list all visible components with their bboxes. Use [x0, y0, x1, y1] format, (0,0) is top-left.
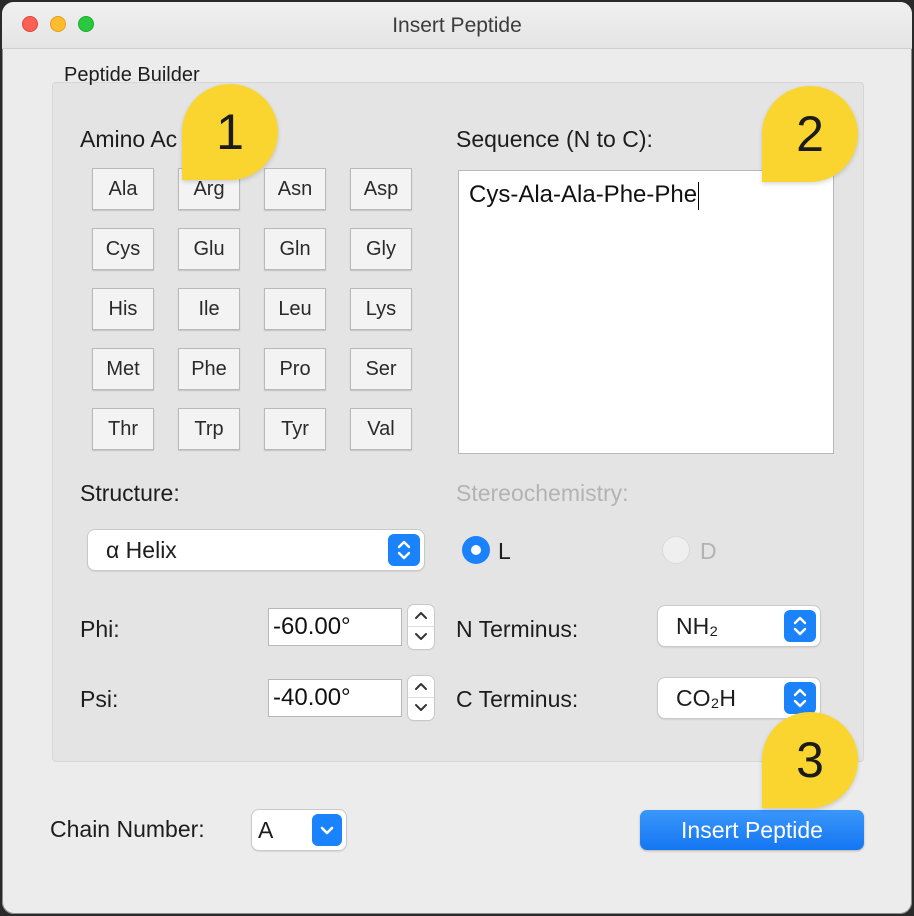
popup-arrows-icon [784, 682, 816, 714]
peptide-builder-group-label: Peptide Builder [64, 64, 200, 86]
amino-acid-button-asn[interactable]: Asn [264, 168, 326, 210]
amino-acid-button-gly[interactable]: Gly [350, 228, 412, 270]
amino-acid-button-val[interactable]: Val [350, 408, 412, 450]
structure-selected-value: α Helix [106, 537, 177, 563]
n-terminus-selected-value: NH₂ [676, 613, 719, 639]
amino-acid-button-lys[interactable]: Lys [350, 288, 412, 330]
amino-acid-button-ala[interactable]: Ala [92, 168, 154, 210]
popup-arrows-icon [784, 610, 816, 642]
n-terminus-label: N Terminus: [456, 616, 579, 642]
popup-arrows-icon [388, 534, 420, 566]
phi-field[interactable]: -60.00° [268, 608, 402, 646]
callout-3-badge: 3 [762, 712, 858, 808]
amino-acid-button-met[interactable]: Met [92, 348, 154, 390]
sequence-text: Cys-Ala-Ala-Phe-Phe [469, 181, 698, 208]
phi-stepper[interactable] [408, 605, 434, 649]
structure-popup[interactable]: α Helix [88, 530, 424, 570]
callout-2-badge: 2 [762, 86, 858, 182]
callout-1-badge: 1 [182, 84, 278, 180]
chain-number-label: Chain Number: [50, 816, 205, 842]
sequence-label: Sequence (N to C): [456, 126, 653, 152]
text-caret [698, 181, 700, 210]
c-terminus-popup[interactable]: CO₂H [658, 678, 820, 718]
insert-peptide-window: Insert Peptide Peptide Builder Amino Ac … [2, 2, 912, 914]
window-title: Insert Peptide [392, 14, 522, 37]
insert-peptide-button[interactable]: Insert Peptide [640, 810, 864, 850]
c-terminus-label: C Terminus: [456, 686, 579, 712]
c-terminus-selected-value: CO₂H [676, 685, 737, 711]
amino-acid-button-tyr[interactable]: Tyr [264, 408, 326, 450]
amino-acid-button-cys[interactable]: Cys [92, 228, 154, 270]
psi-label: Psi: [80, 686, 119, 712]
chain-number-popup[interactable]: A [252, 810, 346, 850]
amino-acid-button-pro[interactable]: Pro [264, 348, 326, 390]
amino-acid-button-thr[interactable]: Thr [92, 408, 154, 450]
sequence-text-area[interactable]: Cys-Ala-Ala-Phe-Phe [458, 170, 834, 454]
stereo-d-radio[interactable] [662, 536, 690, 564]
amino-acid-button-ile[interactable]: Ile [178, 288, 240, 330]
n-terminus-popup[interactable]: NH₂ [658, 606, 820, 646]
amino-acid-button-trp[interactable]: Trp [178, 408, 240, 450]
stereochemistry-label: Stereochemistry: [456, 480, 629, 506]
amino-acid-button-glu[interactable]: Glu [178, 228, 240, 270]
title-bar: Insert Peptide [2, 2, 912, 49]
chain-number-selected-value: A [258, 817, 274, 843]
psi-stepper[interactable] [408, 676, 434, 720]
chevron-up-icon [415, 683, 427, 690]
amino-acid-button-his[interactable]: His [92, 288, 154, 330]
amino-acid-button-phe[interactable]: Phe [178, 348, 240, 390]
amino-acid-button-ser[interactable]: Ser [350, 348, 412, 390]
stereo-l-radio[interactable] [462, 536, 490, 564]
stereo-l-label: L [498, 538, 511, 564]
psi-field[interactable]: -40.00° [268, 679, 402, 717]
phi-label: Phi: [80, 616, 120, 642]
chevron-down-icon [415, 633, 427, 640]
structure-label: Structure: [80, 480, 180, 506]
amino-acid-button-leu[interactable]: Leu [264, 288, 326, 330]
chevron-up-icon [415, 612, 427, 619]
amino-acid-button-gln[interactable]: Gln [264, 228, 326, 270]
chevron-down-icon [312, 814, 342, 846]
amino-acids-label: Amino Ac [80, 126, 178, 152]
amino-acid-button-asp[interactable]: Asp [350, 168, 412, 210]
chevron-down-icon [415, 704, 427, 711]
stereo-d-label: D [700, 538, 717, 564]
